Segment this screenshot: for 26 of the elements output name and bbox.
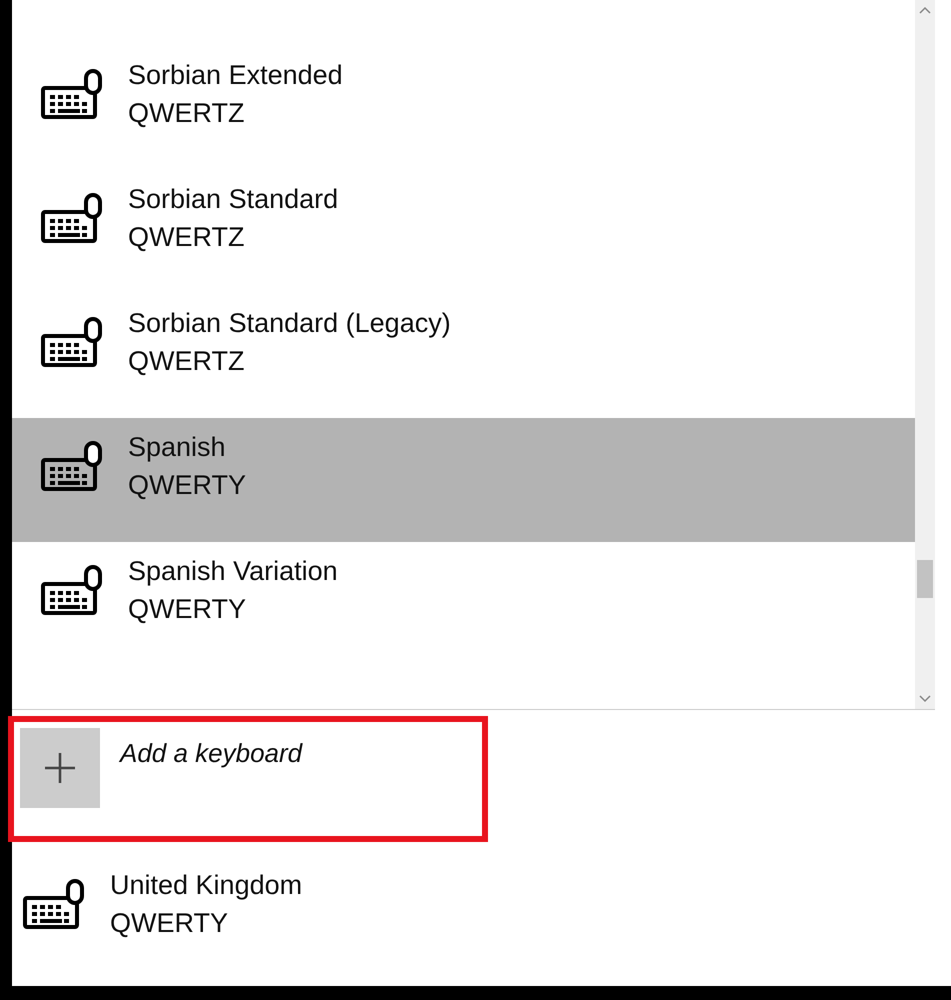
keyboard-layout: QWERTY xyxy=(110,907,230,940)
keyboard-name: Sorbian Extended xyxy=(128,59,343,92)
scroll-down-icon[interactable] xyxy=(919,695,931,703)
keyboard-mouse-icon xyxy=(22,878,86,930)
scroll-up-icon[interactable] xyxy=(919,6,931,14)
keyboard-name: United Kingdom xyxy=(110,869,302,902)
keyboard-mouse-icon xyxy=(40,68,104,120)
plus-icon xyxy=(43,751,77,785)
keyboard-mouse-icon xyxy=(40,564,104,616)
scroll-thumb[interactable] xyxy=(917,560,933,598)
add-keyboard-button[interactable] xyxy=(20,728,100,808)
keyboard-layout-item[interactable]: Spanish QWERTY xyxy=(12,418,915,542)
keyboard-layout: QWERTZ xyxy=(128,97,246,130)
keyboard-layout: QWERTY xyxy=(128,469,246,502)
keyboard-name: Sorbian Standard xyxy=(128,183,338,216)
keyboard-layout: QWERTZ xyxy=(128,221,246,254)
scrollbar[interactable] xyxy=(915,0,935,709)
keyboard-mouse-icon xyxy=(40,440,104,492)
keyboard-name: Spanish Variation xyxy=(128,555,338,588)
keyboard-mouse-icon xyxy=(40,316,104,368)
keyboard-layout: QWERTY xyxy=(128,593,248,626)
keyboard-name: Spanish xyxy=(128,431,227,464)
keyboard-mouse-icon xyxy=(40,192,104,244)
add-keyboard-label[interactable]: Add a keyboard xyxy=(120,728,302,773)
keyboard-name: Sorbian Standard (Legacy) xyxy=(128,307,451,340)
keyboard-layout: QWERTZ xyxy=(128,345,246,378)
